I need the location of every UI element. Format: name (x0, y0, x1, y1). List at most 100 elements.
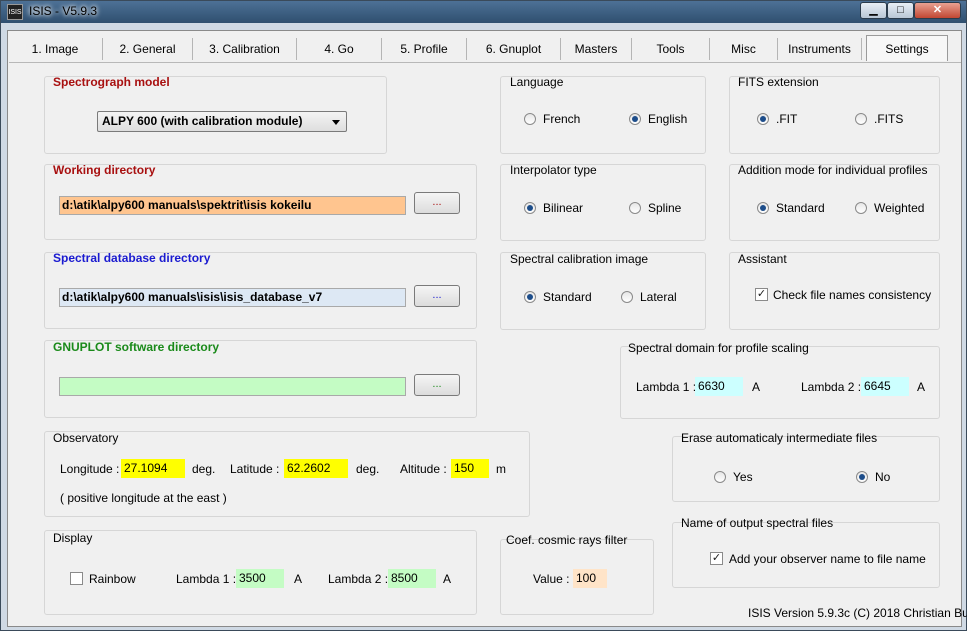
fits-fit-label: .FIT (776, 112, 798, 126)
tab-instruments[interactable]: Instruments (778, 38, 862, 60)
language-english-radio[interactable] (629, 113, 641, 125)
erase-no-radio[interactable] (856, 471, 868, 483)
addition-weighted-radio[interactable] (855, 202, 867, 214)
calib-image-title: Spectral calibration image (510, 252, 649, 266)
title-bar[interactable]: ISIS ISIS - V5.9.3 ▁ □ ✕ (1, 1, 966, 23)
tab-tools[interactable]: Tools (632, 38, 710, 60)
addition-title: Addition mode for individual profiles (738, 163, 928, 177)
tab-misc[interactable]: Misc (710, 38, 778, 60)
interpolator-spline-radio[interactable] (629, 202, 641, 214)
fits-title: FITS extension (738, 75, 819, 89)
erase-yes-radio[interactable] (714, 471, 726, 483)
spectrograph-title: Spectrograph model (53, 75, 170, 89)
observer-name-label: Add your observer name to file name (729, 552, 926, 566)
spectrograph-select[interactable]: ALPY 600 (with calibration module) (97, 111, 347, 132)
cosmic-value-label: Value : (533, 572, 570, 586)
gnuplot-dir-input[interactable] (59, 377, 406, 396)
erase-title: Erase automaticaly intermediate files (681, 431, 878, 445)
interpolator-spline-label: Spline (648, 201, 682, 215)
tab-strip: 1. Image 2. General 3. Calibration 4. Go… (8, 33, 963, 63)
domain-lambda1-label: Lambda 1 : (636, 380, 697, 394)
display-lambda1-input[interactable]: 3500 (236, 569, 284, 588)
addition-weighted-label: Weighted (874, 201, 925, 215)
domain-lambda2-unit: A (917, 380, 926, 394)
latitude-unit: deg. (356, 462, 380, 476)
domain-lambda1-unit: A (752, 380, 761, 394)
working-dir-input[interactable]: d:\atik\alpy600 manuals\spektrit\isis ko… (59, 196, 406, 215)
rainbow-label: Rainbow (89, 572, 136, 586)
consistency-checkbox[interactable]: ✓ (755, 288, 768, 301)
client-area: 1. Image 2. General 3. Calibration 4. Go… (7, 30, 967, 627)
database-dir-title: Spectral database directory (53, 251, 211, 265)
erase-group (672, 436, 940, 502)
altitude-label: Altitude : (400, 462, 447, 476)
erase-no-label: No (875, 470, 891, 484)
gnuplot-dir-title: GNUPLOT software directory (53, 340, 220, 354)
domain-title: Spectral domain for profile scaling (628, 341, 809, 355)
fits-fit-radio[interactable] (757, 113, 769, 125)
working-dir-title: Working directory (53, 163, 156, 177)
interpolator-title: Interpolator type (510, 163, 597, 177)
version-footer: ISIS Version 5.9.3c (C) 2018 Christian B… (748, 606, 967, 620)
gnuplot-dir-browse-button[interactable]: ... (414, 374, 460, 396)
longitude-note: ( positive longitude at the east ) (60, 491, 227, 505)
domain-lambda2-label: Lambda 2 : (801, 380, 862, 394)
output-name-title: Name of output spectral files (681, 516, 834, 530)
calib-standard-radio[interactable] (524, 291, 536, 303)
display-lambda2-unit: A (443, 572, 452, 586)
display-lambda2-input[interactable]: 8500 (388, 569, 436, 588)
app-icon: ISIS (7, 4, 23, 20)
observatory-title: Observatory (53, 431, 119, 445)
tab-image[interactable]: 1. Image (8, 38, 103, 60)
language-title: Language (510, 75, 564, 89)
cosmic-value-input[interactable]: 100 (573, 569, 607, 588)
language-english-label: English (648, 112, 688, 126)
calib-lateral-label: Lateral (640, 290, 677, 304)
interpolator-bilinear-label: Bilinear (543, 201, 584, 215)
database-dir-input[interactable]: d:\atik\alpy600 manuals\isis\isis_databa… (59, 288, 406, 307)
settings-panel: Spectrograph model ALPY 600 (with calibr… (9, 62, 967, 625)
assistant-title: Assistant (738, 252, 787, 266)
cosmic-title: Coef. cosmic rays filter (506, 533, 628, 547)
tab-go[interactable]: 4. Go (297, 38, 382, 60)
longitude-input[interactable]: 27.1094 (121, 459, 185, 478)
display-lambda1-unit: A (294, 572, 303, 586)
fits-fits-radio[interactable] (855, 113, 867, 125)
tab-settings[interactable]: Settings (866, 35, 948, 61)
database-dir-browse-button[interactable]: ... (414, 285, 460, 307)
maximize-button[interactable]: □ (887, 2, 914, 19)
window-title: ISIS - V5.9.3 (29, 4, 98, 18)
close-button[interactable]: ✕ (914, 2, 961, 19)
calib-lateral-radio[interactable] (621, 291, 633, 303)
domain-lambda1-input[interactable]: 6630 (695, 377, 743, 396)
language-french-radio[interactable] (524, 113, 536, 125)
tab-general[interactable]: 2. General (103, 38, 193, 60)
tab-calibration[interactable]: 3. Calibration (193, 38, 297, 60)
domain-lambda2-input[interactable]: 6645 (861, 377, 909, 396)
interpolator-bilinear-radio[interactable] (524, 202, 536, 214)
erase-yes-label: Yes (733, 470, 753, 484)
addition-standard-radio[interactable] (757, 202, 769, 214)
consistency-label: Check file names consistency (773, 288, 932, 302)
working-dir-browse-button[interactable]: ... (414, 192, 460, 214)
fits-fits-label: .FITS (874, 112, 904, 126)
spectrograph-selected: ALPY 600 (with calibration module) (102, 114, 303, 128)
display-lambda2-label: Lambda 2 : (328, 572, 389, 586)
longitude-unit: deg. (192, 462, 216, 476)
dropdown-arrow-icon (332, 120, 340, 125)
addition-standard-label: Standard (776, 201, 825, 215)
rainbow-checkbox[interactable] (70, 572, 83, 585)
main-window: ISIS ISIS - V5.9.3 ▁ □ ✕ 1. Image 2. Gen… (0, 0, 967, 631)
minimize-button[interactable]: ▁ (860, 2, 887, 19)
display-title: Display (53, 531, 93, 545)
tab-profile[interactable]: 5. Profile (382, 38, 467, 60)
tab-masters[interactable]: Masters (561, 38, 632, 60)
latitude-input[interactable]: 62.2602 (284, 459, 348, 478)
display-lambda1-label: Lambda 1 : (176, 572, 237, 586)
tab-gnuplot[interactable]: 6. Gnuplot (467, 38, 561, 60)
latitude-label: Latitude : (230, 462, 280, 476)
observer-name-checkbox[interactable]: ✓ (710, 552, 723, 565)
altitude-input[interactable]: 150 (451, 459, 489, 478)
language-french-label: French (543, 112, 581, 126)
altitude-unit: m (496, 462, 506, 476)
